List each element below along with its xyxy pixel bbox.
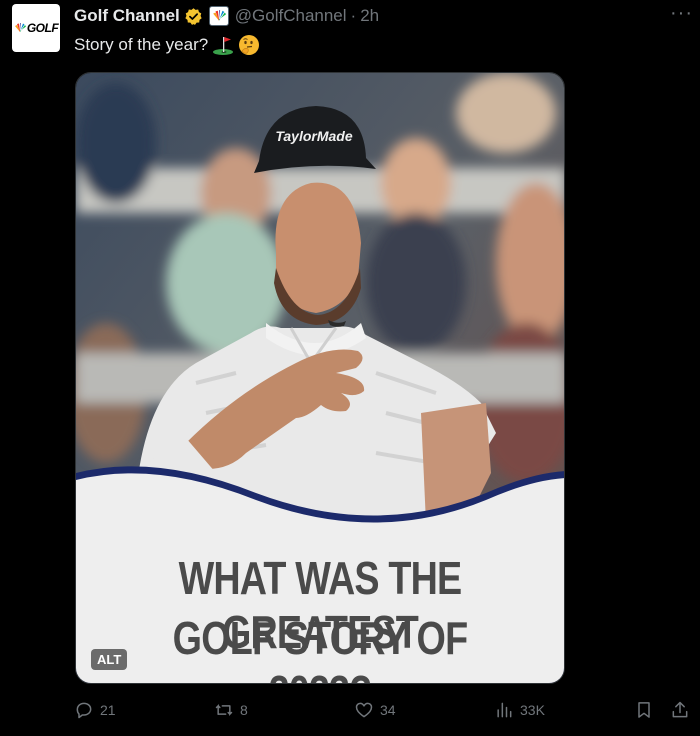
- views-button[interactable]: 33K: [494, 700, 545, 720]
- nbc-peacock-icon: [212, 10, 226, 21]
- bookmark-icon: [638, 702, 650, 718]
- tweet-actions: 21 8 34 33K: [0, 700, 700, 724]
- separator: ·: [350, 6, 357, 25]
- thinking-face-emoji-icon: [239, 35, 260, 55]
- cap-brand: TaylorMade: [275, 128, 352, 144]
- tweet-header: Golf Channel @GolfChannel · 2h: [74, 5, 379, 27]
- author-handle[interactable]: @GolfChannel: [235, 6, 347, 26]
- media-headline-line-2: GOLF STORY OF 2023?: [172, 612, 468, 683]
- heart-icon: [355, 702, 373, 718]
- tweet-media-image[interactable]: TaylorMade WHAT WAS THE GREATEST GOLF ST…: [75, 72, 565, 684]
- avatar[interactable]: GOLF: [12, 4, 60, 52]
- golf-flag-emoji-icon: [213, 37, 234, 55]
- author-name[interactable]: Golf Channel: [74, 6, 180, 26]
- reply-count: 21: [100, 702, 116, 718]
- repost-button[interactable]: 8: [214, 700, 248, 720]
- repost-count: 8: [240, 702, 248, 718]
- share-button[interactable]: [670, 700, 690, 720]
- share-icon: [672, 701, 688, 718]
- alt-text-badge[interactable]: ALT: [91, 649, 128, 670]
- verified-badge-icon[interactable]: [184, 7, 203, 26]
- reply-icon: [76, 702, 92, 719]
- peacock-logo-icon: [14, 23, 26, 32]
- views-count: 33K: [520, 702, 545, 718]
- tweet-text-content: Story of the year?: [74, 35, 209, 54]
- reply-button[interactable]: 21: [74, 700, 116, 720]
- repost-icon: [215, 704, 233, 716]
- more-options-icon[interactable]: ···: [670, 2, 693, 25]
- affiliate-badge-icon[interactable]: [208, 6, 229, 26]
- avatar-logo-text: GOLF: [26, 21, 59, 35]
- timestamp[interactable]: 2h: [360, 6, 379, 26]
- views-chart-icon: [497, 702, 512, 718]
- like-count: 34: [380, 702, 396, 718]
- bookmark-button[interactable]: [634, 700, 654, 720]
- like-button[interactable]: 34: [354, 700, 396, 720]
- tweet-text: Story of the year?: [74, 34, 260, 56]
